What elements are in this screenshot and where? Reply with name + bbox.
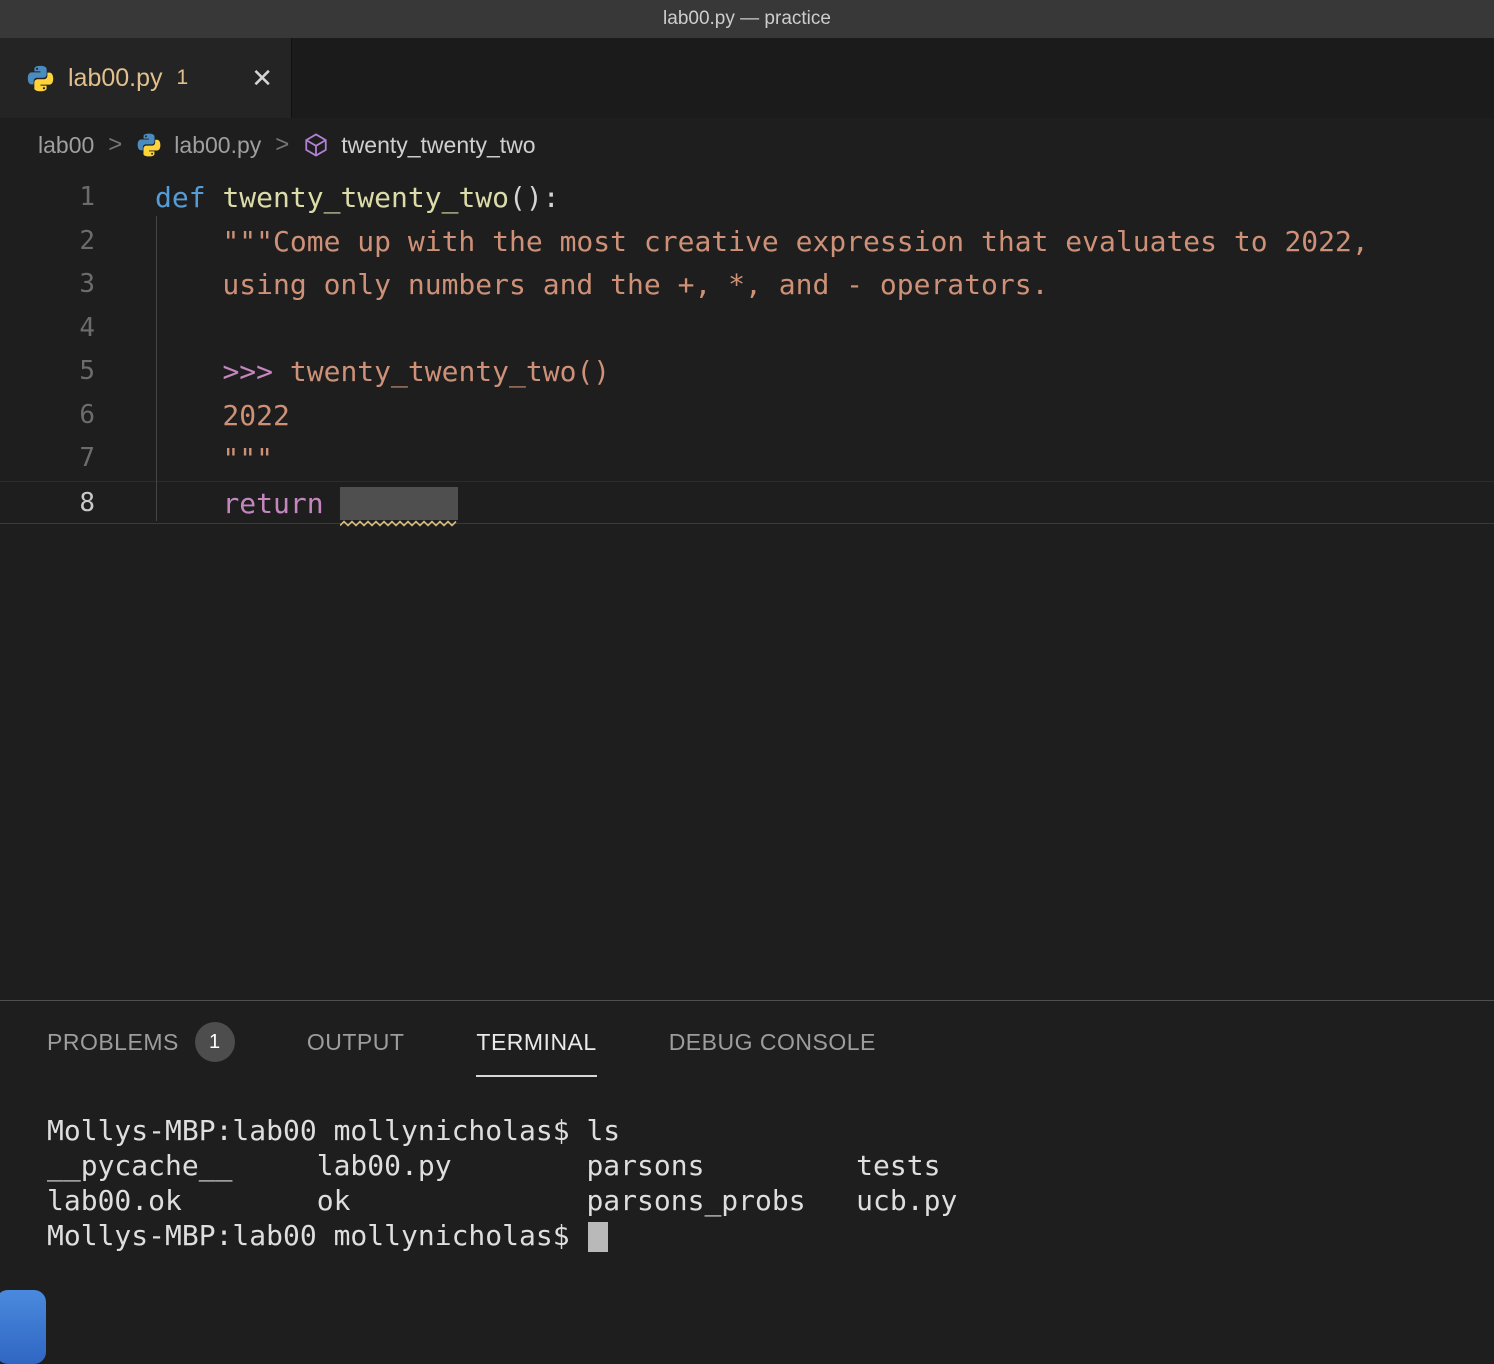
terminal-cursor — [588, 1222, 608, 1252]
line-number: 1 — [0, 176, 95, 220]
line-number: 5 — [0, 350, 95, 394]
warning-squiggle — [340, 520, 458, 527]
line-number: 3 — [0, 263, 95, 307]
chevron-right-icon: > — [108, 131, 122, 159]
bottom-panel: PROBLEMS 1 OUTPUT TERMINAL DEBUG CONSOLE… — [0, 1000, 1494, 1354]
tab-problems-label: PROBLEMS — [47, 1029, 179, 1056]
tab-debug-console-label: DEBUG CONSOLE — [669, 1029, 876, 1056]
indent-guide — [156, 216, 157, 521]
terminal-line: lab00.ok ok parsons_probs ucb.py — [47, 1183, 1494, 1218]
breadcrumb-item-symbol[interactable]: twenty_twenty_two — [341, 132, 535, 159]
blue-corner-artifact — [0, 1290, 46, 1364]
terminal-line: Mollys-MBP:lab00 mollynicholas$ ls — [47, 1113, 1494, 1148]
problems-count-badge: 1 — [195, 1022, 235, 1062]
python-icon — [26, 64, 55, 93]
code-line-5[interactable]: 5 >>> twenty_twenty_two() — [0, 350, 1494, 394]
tab-bar: lab00.py 1 ✕ — [0, 38, 1494, 118]
tab-output[interactable]: OUTPUT — [307, 1001, 405, 1083]
terminal-line: Mollys-MBP:lab00 mollynicholas$ — [47, 1218, 1494, 1253]
tab-output-label: OUTPUT — [307, 1029, 405, 1056]
breadcrumb-item-folder[interactable]: lab00 — [38, 132, 94, 159]
code-line-2[interactable]: 2 """Come up with the most creative expr… — [0, 220, 1494, 264]
line-number: 8 — [0, 482, 95, 524]
code-editor[interactable]: 1def twenty_twenty_two():2 """Come up wi… — [0, 172, 1494, 1000]
tab-terminal-label: TERMINAL — [476, 1029, 596, 1056]
breadcrumb: lab00 > lab00.py > twenty_twenty_two — [0, 118, 1494, 172]
tab-problem-count: 1 — [177, 66, 189, 90]
python-icon — [136, 132, 162, 158]
titlebar: lab00.py — practice — [0, 0, 1494, 38]
tab-lab00py[interactable]: lab00.py 1 ✕ — [0, 38, 292, 118]
selection-highlight — [340, 487, 458, 520]
line-number: 6 — [0, 394, 95, 438]
terminal-line: __pycache__ lab00.py parsons tests — [47, 1148, 1494, 1183]
chevron-right-icon: > — [275, 131, 289, 159]
close-icon[interactable]: ✕ — [251, 65, 273, 91]
code-line-6[interactable]: 6 2022 — [0, 394, 1494, 438]
window-title: lab00.py — practice — [663, 8, 831, 30]
line-number: 2 — [0, 220, 95, 264]
tab-label: lab00.py — [68, 64, 163, 93]
code-line-8[interactable]: 8 return — [0, 481, 1494, 525]
terminal[interactable]: Mollys-MBP:lab00 mollynicholas$ ls__pyca… — [0, 1083, 1494, 1253]
line-number: 7 — [0, 437, 95, 481]
tab-debug-console[interactable]: DEBUG CONSOLE — [669, 1001, 876, 1083]
tab-terminal[interactable]: TERMINAL — [476, 1001, 596, 1083]
code-line-3[interactable]: 3 using only numbers and the +, *, and -… — [0, 263, 1494, 307]
line-number: 4 — [0, 307, 95, 351]
code-line-7[interactable]: 7 """ — [0, 437, 1494, 481]
tab-problems[interactable]: PROBLEMS 1 — [47, 1001, 235, 1083]
breadcrumb-item-file[interactable]: lab00.py — [174, 132, 261, 159]
code-line-1[interactable]: 1def twenty_twenty_two(): — [0, 176, 1494, 220]
symbol-cube-icon — [303, 132, 329, 158]
code-line-4[interactable]: 4 — [0, 307, 1494, 351]
panel-tab-bar: PROBLEMS 1 OUTPUT TERMINAL DEBUG CONSOLE — [0, 1001, 1494, 1083]
